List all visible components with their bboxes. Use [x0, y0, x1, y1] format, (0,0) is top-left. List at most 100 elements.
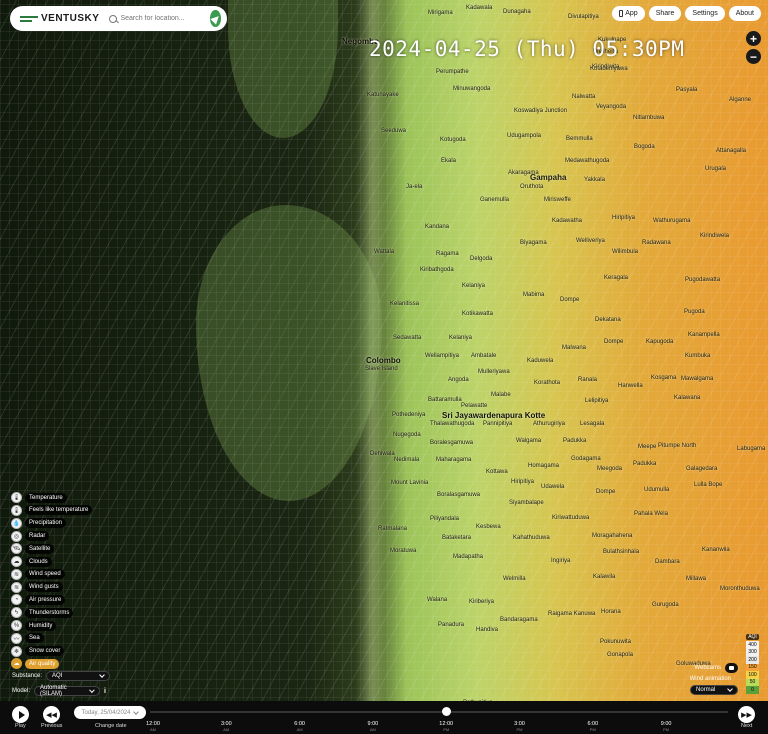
place-label: Divulapitiya	[568, 14, 599, 20]
rewind-icon: ◀◀	[46, 711, 57, 719]
place-label: Wilimbula	[612, 249, 639, 255]
place-label: Boralasgamuwa	[437, 492, 481, 498]
place-label: Thalawathugoda	[430, 421, 475, 427]
play-icon	[18, 710, 25, 719]
play-button[interactable]	[12, 706, 29, 723]
next-button[interactable]: ▶▶	[738, 706, 755, 723]
place-label: Perumpathe	[436, 69, 469, 75]
wind-animation-select[interactable]: Normal	[690, 685, 738, 695]
place-label: Mount Lavinia	[391, 480, 429, 486]
layer-item[interactable]: 💧 Precipitation	[11, 517, 92, 529]
weather-map[interactable]: Negombo Mirigama Kadawala Dunagaha Divulapit…	[0, 0, 768, 734]
legend-swatch: 150	[746, 663, 759, 671]
place-label: Bulathsinhala	[603, 549, 640, 555]
share-button[interactable]: Share	[648, 6, 682, 21]
place-label: Biyagama	[520, 240, 547, 246]
layer-item[interactable]: ❄ Snow cover	[11, 645, 92, 657]
place-label: Gurugoda	[652, 602, 679, 608]
camera-icon	[725, 663, 738, 673]
timeline-track[interactable]	[150, 711, 728, 713]
wind-animation-value: Normal	[696, 687, 716, 693]
place-label: Minuwangoda	[453, 86, 491, 92]
logo-icon	[20, 14, 38, 24]
tick-ampm: PM	[589, 727, 596, 732]
gauge-icon: ◔	[11, 594, 22, 606]
place-label: Kalawila	[593, 574, 616, 580]
legend-swatch: 400	[746, 641, 759, 649]
timeline-tick[interactable]: 12:00 AM	[138, 721, 168, 733]
substance-select[interactable]: AQI	[46, 671, 111, 681]
place-label: Mawalgama	[681, 376, 714, 382]
thermometer-icon: 🌡	[11, 492, 22, 504]
place-label: Madapatha	[453, 554, 484, 560]
timeline-handle[interactable]	[442, 707, 451, 716]
place-label: Radawana	[642, 240, 671, 246]
lightning-icon: ϟ	[11, 607, 22, 619]
layer-label: Wind speed	[25, 569, 65, 580]
layer-item[interactable]: 〰 Sea	[11, 632, 92, 644]
place-label: Boralesgamuwa	[430, 440, 474, 446]
place-label: Kiribathgoda	[420, 267, 454, 273]
layer-label: Air quality	[25, 658, 60, 669]
layer-item[interactable]: % Humidity	[11, 620, 92, 631]
app-button[interactable]: App	[612, 6, 645, 21]
phone-icon	[619, 10, 624, 17]
place-label: Raigama Kanuwa	[548, 611, 596, 617]
place-label: Kapugoda	[646, 339, 674, 345]
timeline-tick[interactable]: 6:00 AM	[285, 721, 315, 733]
timeline-tick[interactable]: 9:00 AM	[358, 721, 388, 733]
timeline-tick[interactable]: 12:00 PM	[431, 721, 461, 733]
zoom-in-button[interactable]: +	[746, 31, 761, 46]
place-label: Hiripitiya	[612, 215, 636, 221]
place-label: Slave Island	[365, 366, 398, 372]
layer-item[interactable]: 🛰 Satellite	[11, 543, 92, 555]
place-label: Pugoda	[684, 309, 705, 315]
place-label: Alganne	[729, 97, 752, 103]
webcams-toggle[interactable]: Webcams	[694, 663, 738, 673]
layer-item[interactable]: ◔ Air pressure	[11, 594, 92, 606]
layer-item[interactable]: ◎ Radar	[11, 530, 92, 542]
search-input[interactable]	[120, 15, 211, 22]
substance-label: Substance:	[12, 673, 43, 679]
place-label: Dompe	[604, 339, 624, 345]
place-label: Kaduwela	[527, 358, 554, 364]
timeline-tick[interactable]: 9:00 PM	[651, 721, 681, 733]
wind-icon: ≋	[11, 568, 22, 580]
layer-item[interactable]: ≋ Wind gusts	[11, 581, 92, 593]
place-label: Meegoda	[597, 466, 623, 472]
timeline-tick[interactable]: 3:00 AM	[211, 721, 241, 733]
info-icon[interactable]: i	[104, 688, 106, 695]
layer-item[interactable]: ≋ Wind speed	[11, 568, 92, 580]
legend-swatch: 50	[746, 678, 759, 686]
place-label: Udawela	[541, 484, 565, 490]
layer-item[interactable]: ☁ Clouds	[11, 556, 92, 568]
previous-button[interactable]: ◀◀	[43, 706, 60, 723]
layer-item[interactable]: ☁ Air quality	[11, 658, 92, 670]
place-label: Kirindiwela	[700, 233, 730, 239]
layer-item[interactable]: 🌡 Temperature	[11, 492, 92, 504]
timeline-tick[interactable]: 6:00 PM	[578, 721, 608, 733]
layer-label: Snow cover	[25, 646, 65, 657]
place-label: Pitumpe North	[658, 443, 697, 449]
logo[interactable]: VENTUSKY	[20, 13, 99, 24]
model-select[interactable]: Automatic (SILAM)	[34, 685, 101, 697]
humidity-icon: %	[11, 620, 22, 631]
place-label: Mirigama	[428, 10, 453, 16]
about-button[interactable]: About	[728, 6, 761, 21]
place-label: Kotugoda	[440, 137, 466, 143]
locate-button[interactable]	[210, 10, 222, 27]
place-label: Seeduwa	[381, 128, 407, 134]
tick-ampm: PM	[663, 727, 670, 732]
zoom-out-button[interactable]: −	[746, 49, 761, 64]
place-label: Delgoda	[470, 256, 493, 262]
settings-button[interactable]: Settings	[685, 6, 725, 21]
timeline-tick[interactable]: 3:00 PM	[505, 721, 535, 733]
layer-item[interactable]: ϟ Thunderstorms	[11, 607, 92, 619]
place-label: Keragala	[604, 275, 629, 281]
layer-item[interactable]: 🌡 Feels like temperature	[11, 504, 93, 516]
layer-label: Feels like temperature	[25, 505, 93, 516]
place-label: Meepe	[638, 444, 657, 450]
place-label: Pothedeniya	[392, 412, 426, 418]
place-label: Moratuwa	[390, 548, 417, 554]
change-date-button[interactable]: Today, 25/04/2024	[74, 706, 146, 719]
